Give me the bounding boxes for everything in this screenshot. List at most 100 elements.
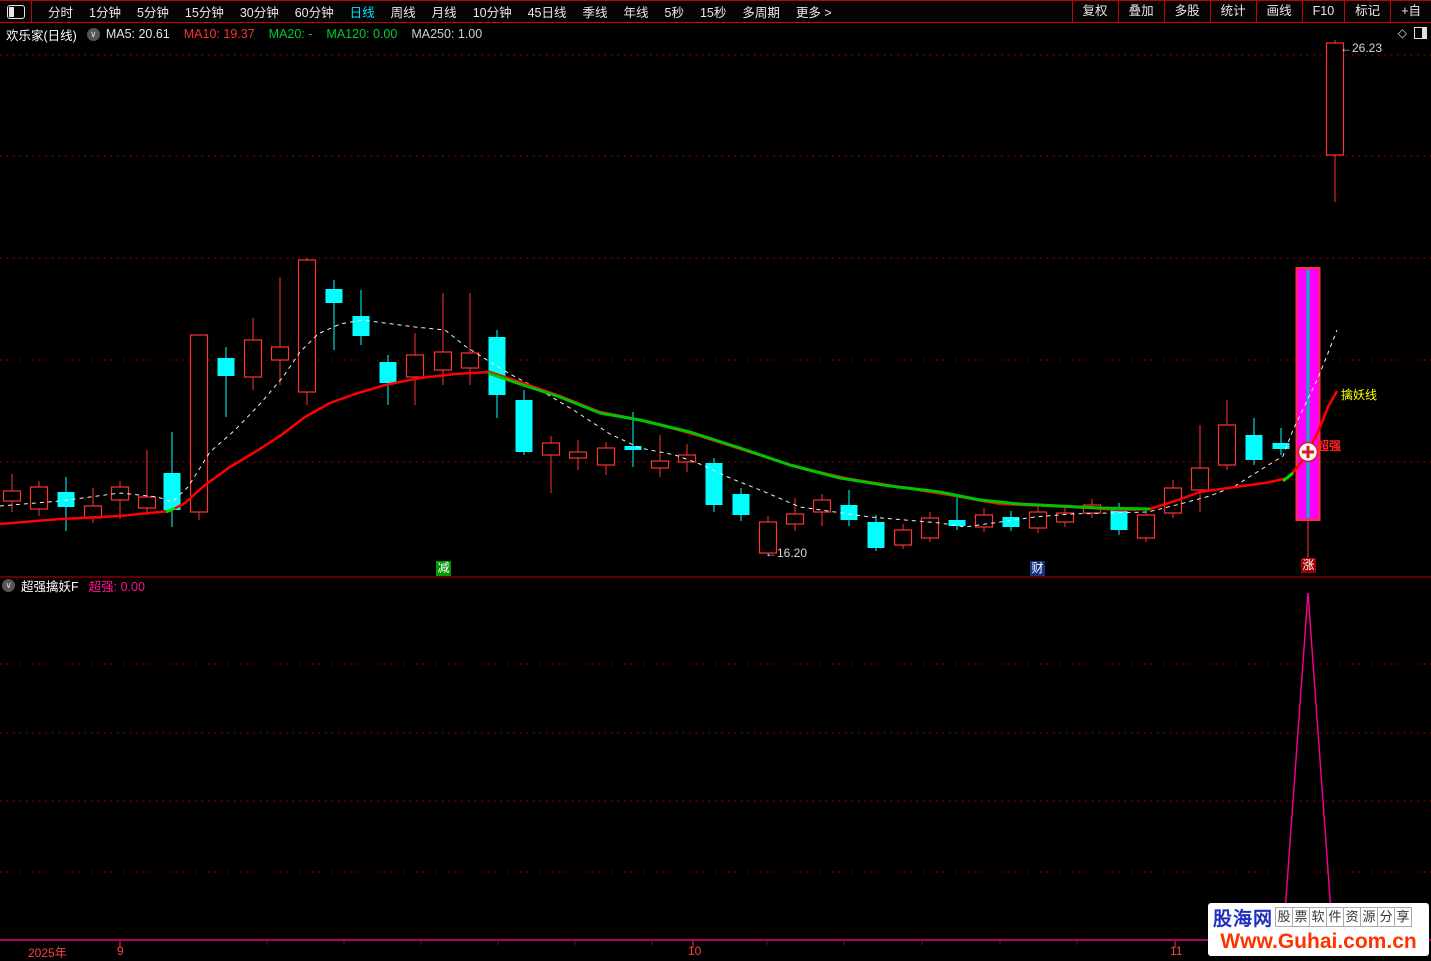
menu-item-8[interactable]: 周线: [383, 2, 424, 21]
tool-item-1[interactable]: 复权: [1071, 1, 1118, 22]
badge-cai: 财: [1030, 561, 1045, 576]
candle-down: [488, 337, 506, 395]
candle-up: [812, 499, 832, 513]
candle-down: [840, 505, 858, 520]
tool-item-7[interactable]: 标记: [1344, 1, 1390, 22]
candle-down: [948, 520, 966, 526]
menu-item-13[interactable]: 年线: [616, 2, 657, 21]
candle-up: [270, 346, 290, 361]
candle-up: [596, 447, 616, 466]
arrow-left-icon: ←: [765, 546, 777, 560]
candle-up: [1217, 424, 1237, 466]
tool-item-6[interactable]: F10: [1301, 1, 1345, 22]
candle-down: [867, 522, 885, 548]
ma-green-line: [487, 371, 1151, 511]
menu-item-9[interactable]: 月线: [424, 2, 465, 21]
menu-item-11[interactable]: 45日线: [520, 2, 575, 21]
tool-item-8[interactable]: +自: [1390, 1, 1431, 22]
diamond-icon[interactable]: ◇: [1398, 26, 1407, 40]
axis-month-10: 10: [688, 944, 702, 958]
badge-jian: 减: [436, 561, 451, 576]
ma120-value: MA120: 0.00: [326, 27, 398, 41]
indicator-header: ∨ 超强擒妖F 超强: 0.00: [2, 576, 145, 595]
stock-title: 欢乐家(日线): [6, 28, 77, 43]
candle-up: [2, 490, 22, 502]
menu-item-7[interactable]: 日线: [342, 2, 383, 21]
tool-item-3[interactable]: 多股: [1163, 1, 1210, 22]
candle-down: [732, 494, 750, 515]
menu-item-10[interactable]: 10分钟: [465, 2, 520, 21]
watermark: 股海网 股票软件资源分享 Www.Guhai.com.cn: [1208, 903, 1429, 956]
layout-toggle-icon[interactable]: [7, 4, 25, 19]
period-menu: 分时 1分钟 5分钟 15分钟 30分钟 60分钟 日线 周线 月线 10分钟 45日线 季线 年线 5秒…: [40, 2, 1072, 21]
axis-month-9: 9: [117, 944, 124, 958]
top-menu-bar: 分时 1分钟 5分钟 15分钟 30分钟 60分钟 日线 周线 月线 10分钟 45日线 季线 年线 5秒…: [0, 0, 1431, 23]
tool-item-4[interactable]: 统计: [1209, 1, 1256, 22]
candle-up: [243, 339, 263, 378]
menu-item-17[interactable]: 更多 >: [788, 2, 840, 21]
ma250-value: MA250: 1.00: [411, 27, 483, 41]
candlestick-chart-canvas[interactable]: [0, 0, 1431, 958]
menu-item-16[interactable]: 多周期: [734, 2, 788, 21]
candle-down: [1002, 517, 1020, 527]
menu-item-3[interactable]: 5分钟: [129, 2, 177, 21]
candle-up: [297, 259, 317, 393]
axis-year-label: 2025年: [28, 946, 67, 960]
candle-up: [568, 451, 588, 459]
tool-item-5[interactable]: 画线: [1255, 1, 1302, 22]
watermark-tagline-char: 资: [1343, 907, 1362, 927]
candle-down: [163, 473, 181, 510]
menu-item-15[interactable]: 15秒: [692, 2, 734, 21]
watermark-tagline-char: 源: [1360, 907, 1379, 927]
candle-up: [920, 517, 940, 539]
candle-up: [460, 352, 480, 369]
app-window: { "colors": { "up_candle": "#ff3232", "d…: [0, 0, 1431, 960]
candle-up: [541, 442, 561, 456]
panel-corner-icons: ◇: [1398, 26, 1427, 40]
indicator-title[interactable]: 超强擒妖F: [21, 576, 79, 595]
yaoline-label: 擒妖线: [1341, 388, 1378, 402]
candle-down: [352, 316, 370, 336]
watermark-tagline-char: 票: [1292, 907, 1311, 927]
info-bar: 欢乐家(日线) ∨ MA5: 20.61 MA10: 19.37 MA20: -…: [0, 24, 1431, 44]
watermark-tagline: 股票软件资源分享: [1275, 907, 1413, 927]
axis-month-11: 11: [1170, 944, 1183, 958]
candle-up: [1325, 42, 1345, 156]
indicator-value: 超强: 0.00: [88, 580, 145, 594]
candle-up: [650, 460, 670, 469]
candle-up: [1136, 514, 1156, 539]
menu-item-6[interactable]: 60分钟: [287, 2, 342, 21]
menu-item-2[interactable]: 1分钟: [81, 2, 129, 21]
buy-mark-segment: [1282, 471, 1294, 483]
watermark-site-name: 股海网: [1213, 908, 1274, 930]
split-window-icon[interactable]: [1414, 27, 1427, 39]
chevron-down-icon[interactable]: ∨: [86, 27, 100, 41]
candle-up: [137, 496, 157, 509]
candle-down: [325, 289, 343, 303]
candle-up: [893, 529, 913, 546]
tools-menu: 复权 叠加 多股 统计 画线 F10 标记 +自: [1071, 1, 1431, 22]
candle-down: [379, 362, 397, 383]
candle-up: [1190, 467, 1210, 491]
candle-down: [217, 358, 235, 376]
candle-down: [1245, 435, 1263, 460]
menu-item-1[interactable]: 分时: [40, 2, 81, 21]
menu-item-14[interactable]: 5秒: [657, 2, 692, 21]
candle-up: [785, 513, 805, 525]
candle-up: [405, 354, 425, 378]
tool-item-2[interactable]: 叠加: [1117, 1, 1164, 22]
chevron-down-icon[interactable]: ∨: [2, 579, 15, 592]
watermark-tagline-char: 件: [1326, 907, 1345, 927]
ma20-value: MA20: -: [268, 27, 313, 41]
candle-down: [705, 463, 723, 505]
menu-item-5[interactable]: 30分钟: [232, 2, 287, 21]
candle-up: [1028, 511, 1048, 529]
menu-item-4[interactable]: 15分钟: [177, 2, 232, 21]
ma10-value: MA10: 19.37: [183, 27, 255, 41]
menu-item-12[interactable]: 季线: [575, 2, 616, 21]
low-price-label: ←16.20: [765, 546, 808, 560]
candle-up: [29, 486, 49, 510]
watermark-url: Www.Guhai.com.cn: [1220, 930, 1417, 953]
indicator-spike-triangle: [1282, 592, 1334, 941]
watermark-tagline-char: 享: [1394, 907, 1413, 927]
